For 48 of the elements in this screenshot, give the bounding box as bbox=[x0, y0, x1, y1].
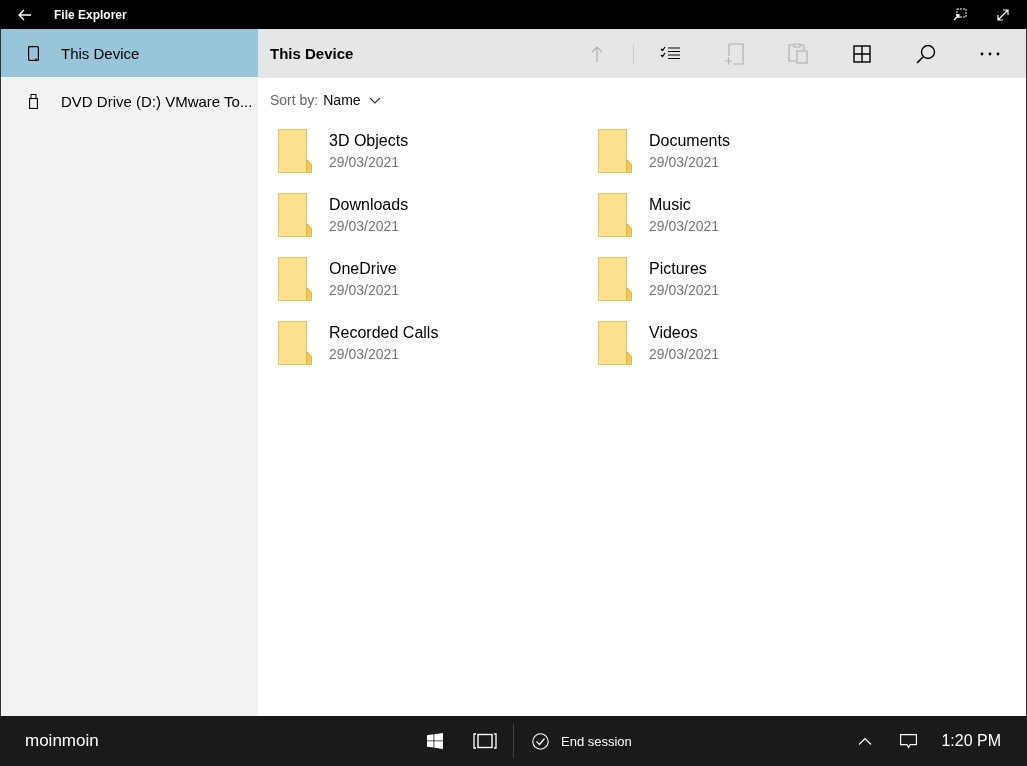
task-view-icon[interactable] bbox=[473, 733, 497, 749]
folder-date: 29/03/2021 bbox=[649, 345, 720, 364]
folder-name[interactable]: OneDrive bbox=[329, 258, 400, 280]
page-title: This Device bbox=[270, 45, 355, 62]
pin-icon[interactable] bbox=[953, 8, 967, 21]
sidebar-item[interactable]: DVD Drive (D:) VMware To... bbox=[1, 77, 258, 125]
more-icon[interactable] bbox=[980, 51, 1000, 56]
windows-logo-icon[interactable] bbox=[427, 733, 443, 749]
usb-drive-icon bbox=[28, 93, 38, 109]
check-circle-icon[interactable] bbox=[532, 732, 549, 750]
sort-label: Sort by: bbox=[270, 92, 319, 108]
back-icon[interactable] bbox=[18, 8, 32, 21]
end-session-button[interactable]: End session bbox=[561, 733, 632, 749]
sort-dropdown[interactable]: Name bbox=[323, 92, 361, 108]
folder-date: 29/03/2021 bbox=[329, 217, 401, 236]
folder-icon bbox=[598, 129, 632, 173]
folder-icon bbox=[598, 193, 632, 237]
folder-icon bbox=[278, 321, 312, 365]
sidebar-item[interactable]: This Device bbox=[1, 29, 258, 77]
folder-date: 29/03/2021 bbox=[329, 281, 400, 300]
tablet-icon bbox=[27, 45, 39, 61]
checklist-icon[interactable] bbox=[659, 46, 681, 61]
user-name: moinmoin bbox=[25, 731, 100, 751]
folder-icon bbox=[598, 257, 632, 301]
folder-date: 29/03/2021 bbox=[649, 217, 720, 236]
folder-icon bbox=[278, 193, 312, 237]
folder-name[interactable]: Music bbox=[649, 194, 720, 216]
folder-name[interactable]: Documents bbox=[649, 130, 730, 152]
folder-date: 29/03/2021 bbox=[329, 153, 401, 172]
folder-icon bbox=[598, 321, 632, 365]
folder-date: 29/03/2021 bbox=[649, 153, 721, 172]
folder-name[interactable]: 3D Objects bbox=[329, 130, 409, 152]
chevron-up-icon[interactable] bbox=[858, 737, 873, 745]
notification-icon[interactable] bbox=[900, 733, 918, 749]
clock: 1:20 PM bbox=[941, 732, 1001, 750]
folder-date: 29/03/2021 bbox=[649, 281, 720, 300]
folder-name[interactable]: Downloads bbox=[329, 194, 409, 216]
chevron-down-icon[interactable] bbox=[368, 96, 381, 104]
folder-name[interactable]: Videos bbox=[649, 322, 720, 344]
grid-icon[interactable] bbox=[853, 44, 871, 63]
folder-date: 29/03/2021 bbox=[329, 345, 401, 364]
expand-icon[interactable] bbox=[997, 8, 1009, 21]
search-icon[interactable] bbox=[916, 43, 936, 64]
folder-name[interactable]: Recorded Calls bbox=[329, 322, 439, 344]
folder-icon bbox=[278, 129, 312, 173]
folder-name[interactable]: Pictures bbox=[649, 258, 720, 280]
folder-icon bbox=[278, 257, 312, 301]
window-title: File Explorer bbox=[54, 7, 127, 22]
